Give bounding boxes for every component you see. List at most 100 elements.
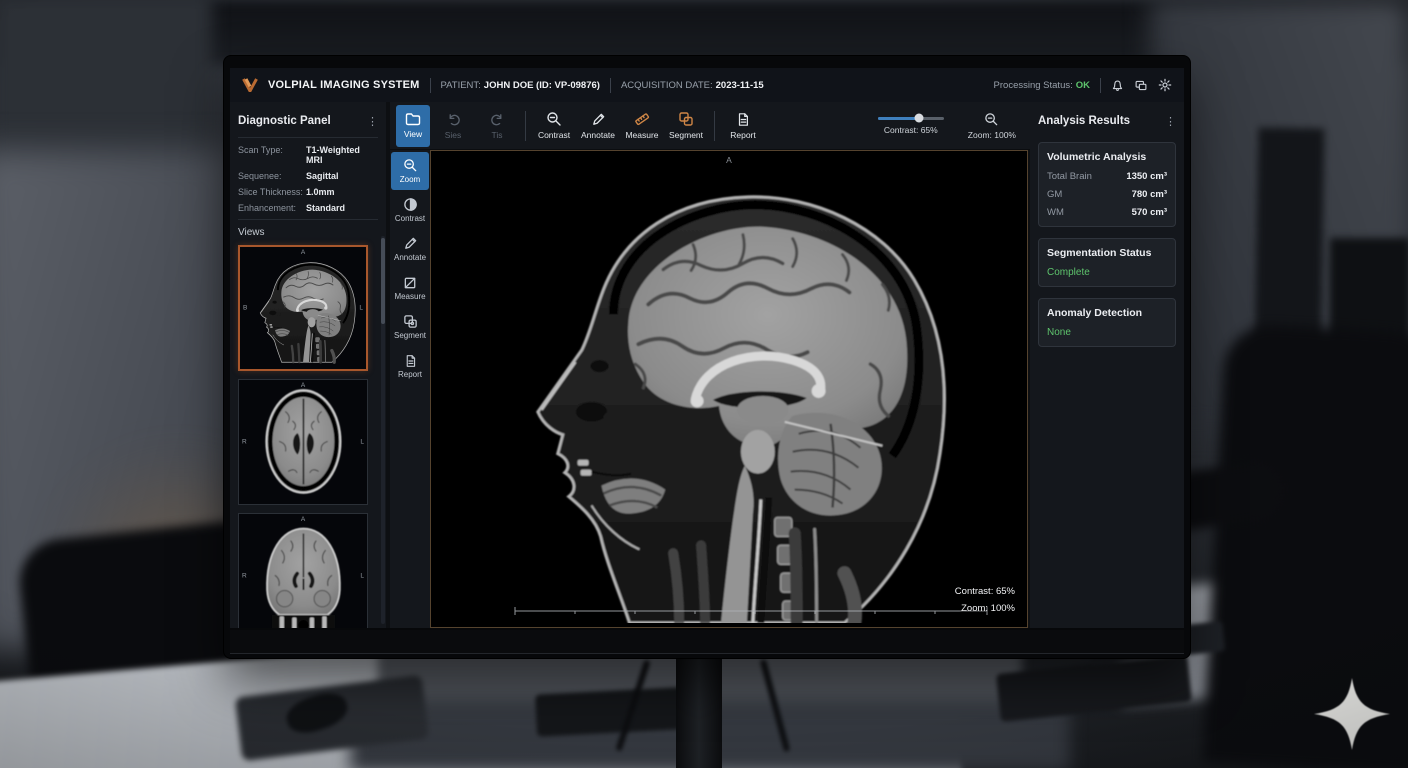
panel-menu-icon[interactable]: ⋮ — [367, 115, 378, 128]
app-window: VOLPIAL IMAGING SYSTEM PATIENT:JOHN DOE … — [230, 68, 1184, 628]
analysis-panel: Analysis Results ⋮ Volumetric Analysis T… — [1030, 102, 1184, 628]
segmentation-status-value: Complete — [1047, 267, 1167, 278]
orientation-label: A — [301, 516, 305, 523]
app-header: VOLPIAL IMAGING SYSTEM PATIENT:JOHN DOE … — [230, 68, 1184, 102]
undo-icon — [446, 112, 461, 127]
contrast-button[interactable]: Contrast — [533, 105, 575, 147]
report-tool-button[interactable]: Report — [391, 347, 429, 385]
document-icon — [736, 112, 750, 127]
field-enhancement: Enhancement:Standard — [238, 203, 378, 213]
sagittal-mri-image — [445, 155, 1001, 623]
scale-ruler — [511, 605, 991, 617]
divider — [1100, 78, 1101, 93]
zoom-out-icon — [403, 158, 418, 173]
report-button[interactable]: Report — [722, 105, 764, 147]
document-icon — [404, 354, 417, 368]
contrast-tool-button[interactable]: Contrast — [391, 191, 429, 229]
bell-icon[interactable] — [1111, 79, 1124, 92]
view-thumbnail-sagittal[interactable]: A B L — [238, 245, 368, 371]
orientation-label: B — [243, 305, 247, 312]
scrollbar-thumb[interactable] — [381, 238, 385, 324]
mri-viewer[interactable]: A Contrast: 65% Zoom: 100% — [430, 150, 1028, 628]
slider-thumb[interactable] — [914, 114, 923, 123]
annotate-tool-button[interactable]: Annotate — [391, 230, 429, 268]
viewer-overlay: Contrast: 65% Zoom: 100% — [955, 583, 1015, 617]
view-thumbnail-axial[interactable]: A R L — [238, 379, 368, 505]
diagnostic-panel: Diagnostic Panel ⋮ Scan Type:T1-Weighted… — [230, 102, 386, 628]
zoom-tool-button[interactable]: Zoom — [391, 152, 429, 190]
monitor: VOLPIAL IMAGING SYSTEM PATIENT:JOHN DOE … — [224, 56, 1190, 658]
zoom-readout: Zoom: 100% — [968, 130, 1016, 140]
screens-icon[interactable] — [1134, 79, 1148, 92]
measure-button[interactable]: Measure — [621, 105, 663, 147]
segmentation-status-card: Segmentation Status Complete — [1038, 238, 1176, 287]
overlay-contrast: Contrast: 65% — [955, 583, 1015, 600]
orientation-label: L — [360, 439, 364, 446]
toolbar-divider — [714, 111, 715, 141]
views-section-title: Views — [238, 227, 378, 238]
measure-tool-button[interactable]: Measure — [391, 269, 429, 307]
contrast-icon — [403, 197, 418, 212]
undo-button: Sies — [432, 105, 474, 147]
orientation-label: R — [242, 439, 247, 446]
orientation-label: L — [360, 573, 364, 580]
segment-icon — [403, 314, 418, 329]
annotate-button[interactable]: Annotate — [577, 105, 619, 147]
card-title: Anomaly Detection — [1047, 307, 1167, 319]
divider — [238, 219, 378, 220]
divider — [238, 137, 378, 138]
main-toolbar: View Sies Tis Contrast Annotate — [390, 102, 1030, 150]
monitor-stand — [676, 656, 722, 768]
folder-icon — [405, 112, 421, 126]
anomaly-detection-card: Anomaly Detection None — [1038, 298, 1176, 347]
field-sequence: Sequenee:Sagittal — [238, 171, 378, 181]
field-scan-type: Scan Type:T1-Weighted MRI — [238, 145, 378, 165]
acoustic-panel — [0, 0, 212, 172]
slider-fill — [878, 117, 919, 120]
divider — [610, 78, 611, 93]
ruler-icon — [634, 111, 650, 127]
gear-icon[interactable] — [1158, 78, 1172, 92]
view-thumbnail-coronal[interactable]: A R L — [238, 513, 368, 628]
measure-icon — [403, 275, 418, 290]
segment-tool-button[interactable]: Segment — [391, 308, 429, 346]
patient-info: PATIENT:JOHN DOE (ID: VP-09876) — [441, 80, 600, 91]
pencil-icon — [591, 112, 606, 127]
pencil-icon — [403, 236, 418, 251]
view-button[interactable]: View — [396, 105, 430, 147]
orientation-label: L — [359, 305, 363, 312]
acquisition-info: ACQUISITION DATE:2023-11-15 — [621, 80, 764, 91]
volumetric-analysis-card: Volumetric Analysis Total Brain1350 cm³ … — [1038, 142, 1176, 227]
volumetric-row: WM570 cm³ — [1047, 207, 1167, 218]
card-title: Segmentation Status — [1047, 247, 1167, 259]
contrast-slider-group: Contrast: 65% — [872, 117, 950, 135]
divider — [430, 78, 431, 93]
segment-button[interactable]: Segment — [665, 105, 707, 147]
orientation-label: R — [242, 573, 247, 580]
diagnostic-panel-title: Diagnostic Panel — [238, 115, 331, 127]
volumetric-row: Total Brain1350 cm³ — [1047, 171, 1167, 182]
field-slice-thickness: Slice Thickness:1.0mm — [238, 187, 378, 197]
overlay-zoom: Zoom: 100% — [955, 600, 1015, 617]
side-toolbar: Zoom Contrast Annotate Measure Segment — [390, 150, 430, 628]
contrast-readout: Contrast: 65% — [884, 125, 938, 135]
zoom-control[interactable]: Zoom: 100% — [968, 112, 1016, 140]
sparkle-watermark-icon — [1312, 676, 1392, 752]
toolbar-divider — [525, 111, 526, 141]
coronal-mri-thumbnail — [242, 516, 365, 628]
card-title: Volumetric Analysis — [1047, 151, 1167, 163]
zoom-out-icon — [546, 111, 562, 127]
panel-menu-icon[interactable]: ⋮ — [1165, 115, 1176, 128]
processing-status: Processing Status:OK — [994, 80, 1090, 91]
volumetric-row: GM780 cm³ — [1047, 189, 1167, 200]
redo-button: Tis — [476, 105, 518, 147]
orientation-label: A — [301, 249, 305, 256]
axial-mri-thumbnail — [242, 382, 365, 501]
app-title: VOLPIAL IMAGING SYSTEM — [268, 79, 420, 91]
zoom-out-icon — [984, 112, 999, 127]
sagittal-mri-thumbnail — [243, 249, 364, 366]
analysis-panel-title: Analysis Results — [1038, 115, 1130, 127]
views-scrollbar[interactable] — [381, 236, 385, 624]
segment-icon — [678, 111, 694, 127]
contrast-slider[interactable] — [878, 117, 944, 120]
